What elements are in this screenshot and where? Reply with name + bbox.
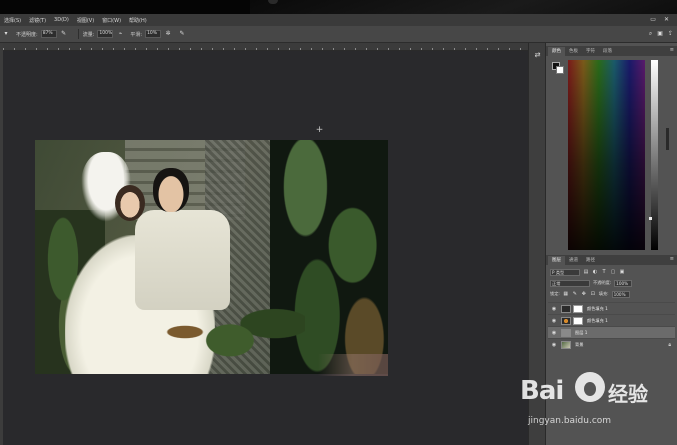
tab-channels[interactable]: 通道 bbox=[565, 256, 582, 265]
color-spectrum[interactable] bbox=[568, 60, 645, 250]
menu-bar: 选择(S) 滤镜(T) 3D(D) 视图(V) 窗口(W) 帮助(H) ▭ ✕ bbox=[0, 14, 677, 26]
menu-item-view[interactable]: 视图(V) bbox=[77, 17, 94, 24]
wedding-photo[interactable] bbox=[35, 140, 388, 374]
layer-thumbnail bbox=[561, 316, 571, 325]
color-panel-tabs: 颜色 色板 字符 段落 ≡ bbox=[546, 46, 677, 56]
layer-name: 颜色填充 1 bbox=[587, 317, 608, 323]
brightness-marker[interactable] bbox=[649, 217, 652, 220]
layer-opacity-field[interactable]: 100% bbox=[614, 279, 633, 287]
lock-position-icon[interactable]: ✥ bbox=[581, 291, 587, 297]
tab-layers[interactable]: 图层 bbox=[548, 256, 565, 265]
brightness-bar[interactable] bbox=[651, 60, 658, 250]
watermark-url: jingyan.baidu.com bbox=[528, 416, 612, 426]
search-icon[interactable]: ⌕ bbox=[649, 30, 652, 38]
layer-thumbnail bbox=[561, 304, 571, 313]
fill-label: 填充: bbox=[598, 291, 609, 296]
layer-name: 图层 1 bbox=[575, 329, 588, 335]
lock-transparency-icon[interactable]: ▦ bbox=[563, 291, 569, 297]
layer-name: 颜色填充 1 bbox=[587, 305, 608, 311]
brush-preset-icon[interactable]: ▾ bbox=[2, 30, 10, 38]
opacity-field[interactable]: 87% bbox=[40, 30, 57, 38]
pressure-opacity-icon[interactable]: ✎ bbox=[60, 30, 68, 38]
lock-row: 锁定: ▦ ✎ ✥ ⊡ 填充: 100% bbox=[550, 290, 673, 298]
panel-scrollbar[interactable] bbox=[666, 128, 669, 150]
bezel-edge bbox=[250, 0, 677, 14]
visibility-eye-icon[interactable]: ◉ bbox=[550, 306, 558, 312]
layer-mask-thumbnail[interactable] bbox=[573, 304, 583, 313]
monitor-bezel bbox=[0, 0, 677, 14]
panel-menu-icon[interactable]: ≡ bbox=[670, 47, 674, 53]
smoothing-field[interactable]: 10% bbox=[145, 30, 162, 38]
lock-all-icon[interactable]: ⊡ bbox=[590, 291, 596, 297]
blend-mode-select[interactable]: 正常 bbox=[550, 279, 590, 287]
filter-smart-icon[interactable]: ▣ bbox=[619, 269, 625, 275]
watermark-brand: Bai bbox=[520, 376, 564, 406]
workspace-icon[interactable]: ▣ bbox=[657, 30, 663, 38]
gear-icon[interactable]: ✲ bbox=[164, 30, 172, 38]
tab-paths[interactable]: 路径 bbox=[582, 256, 599, 265]
crosshair-cursor-icon: + bbox=[315, 125, 324, 135]
restore-button[interactable]: ▭ bbox=[650, 16, 656, 23]
watermark-brand-suffix: 经验 bbox=[608, 382, 648, 406]
fg-bg-swatches[interactable] bbox=[552, 62, 566, 76]
tab-paragraph[interactable]: 段落 bbox=[599, 47, 616, 56]
lock-image-icon[interactable]: ✎ bbox=[572, 291, 578, 297]
filter-kind-select[interactable]: P 类型 bbox=[550, 268, 580, 276]
menu-item-filter[interactable]: 滤镜(T) bbox=[29, 17, 46, 24]
filter-type-icon[interactable]: T bbox=[601, 269, 607, 275]
history-icon[interactable]: ⇄ bbox=[533, 51, 542, 60]
background-color-swatch[interactable] bbox=[556, 66, 564, 74]
lock-icon: 🔒︎ bbox=[668, 341, 671, 348]
layer-opacity-label: 不透明度: bbox=[593, 280, 612, 285]
filter-shape-icon[interactable]: ▢ bbox=[610, 269, 616, 275]
visibility-eye-icon[interactable]: ◉ bbox=[550, 318, 558, 324]
layer-mask-thumbnail[interactable] bbox=[573, 316, 583, 325]
fill-field[interactable]: 100% bbox=[611, 290, 630, 298]
opacity-label: 不透明度: bbox=[16, 31, 38, 38]
tab-character[interactable]: 字符 bbox=[582, 47, 599, 56]
visibility-eye-icon[interactable]: ◉ bbox=[550, 342, 558, 348]
window-controls: ▭ ✕ bbox=[650, 16, 669, 23]
airbrush-icon[interactable]: ⌁ bbox=[116, 30, 124, 38]
pressure-size-icon[interactable]: ✎ bbox=[178, 30, 186, 38]
layer-row[interactable]: ◉ 颜色填充 1 bbox=[548, 302, 675, 314]
tab-color[interactable]: 颜色 bbox=[548, 47, 565, 56]
layer-thumbnail bbox=[561, 340, 571, 349]
options-bar: ▾ 不透明度: 87% ✎ 流量: 100% ⌁ 平滑: 10% ✲ ✎ ⌕ ▣… bbox=[0, 26, 677, 43]
separator bbox=[77, 29, 79, 39]
menu-item-window[interactable]: 窗口(W) bbox=[102, 17, 121, 24]
lock-label: 锁定: bbox=[550, 291, 560, 296]
layers-menu-icon[interactable]: ≡ bbox=[670, 256, 674, 262]
close-button[interactable]: ✕ bbox=[664, 16, 669, 23]
visibility-eye-icon[interactable]: ◉ bbox=[550, 330, 558, 336]
share-icon[interactable]: ⇪ bbox=[668, 30, 673, 38]
flow-field[interactable]: 100% bbox=[97, 30, 114, 38]
filter-adjust-icon[interactable]: ◐ bbox=[592, 269, 598, 275]
layer-row[interactable]: ◉ 颜色填充 1 bbox=[548, 314, 675, 326]
menu-item-select[interactable]: 选择(S) bbox=[4, 17, 21, 24]
flow-label: 流量: bbox=[82, 31, 95, 38]
layer-name: 背景 bbox=[575, 341, 584, 347]
layer-row-selected[interactable]: ◉ 图层 1 bbox=[548, 326, 675, 338]
options-right: ⌕ ▣ ⇪ bbox=[649, 30, 673, 38]
filter-pixel-icon[interactable]: ▤ bbox=[583, 269, 589, 275]
layer-thumbnail bbox=[561, 328, 571, 337]
menu-item-help[interactable]: 帮助(H) bbox=[129, 17, 147, 24]
layer-row[interactable]: ◉ 背景 🔒︎ bbox=[548, 338, 675, 350]
blend-mode-row: 正常 不透明度: 100% bbox=[550, 279, 673, 287]
horizontal-ruler[interactable] bbox=[3, 43, 528, 51]
baidu-jingyan-watermark: Bai 经验 jingyan.baidu.com bbox=[520, 372, 670, 432]
layer-filter-row: P 类型 ▤ ◐ T ▢ ▣ bbox=[550, 268, 673, 276]
ruler-ticks bbox=[3, 43, 528, 50]
smoothing-label: 平滑: bbox=[130, 31, 143, 38]
baidu-paw-logo-icon bbox=[575, 372, 605, 402]
image-shadow bbox=[318, 354, 388, 376]
layers-panel-tabs: 图层 通道 路径 ≡ bbox=[546, 255, 677, 265]
tab-swatches[interactable]: 色板 bbox=[565, 47, 582, 56]
menu-item-3d[interactable]: 3D(D) bbox=[54, 17, 69, 23]
